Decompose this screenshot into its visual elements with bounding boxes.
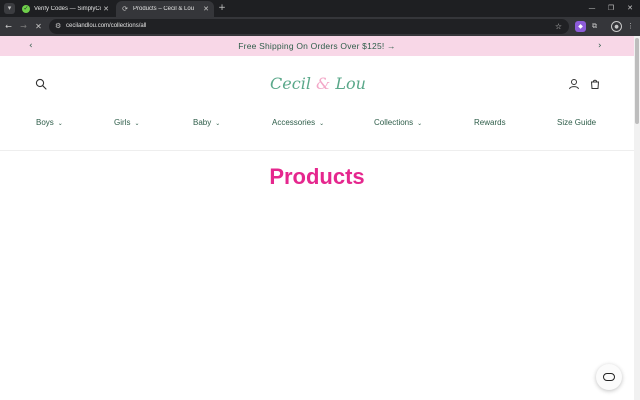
chat-icon — [603, 373, 615, 381]
browser-tabstrip: ▾ ✓ Verify Codes — SimplyCodes ✕ ⟳ Produ… — [0, 0, 640, 17]
nav-item-collections[interactable]: Collections ⌄ — [374, 117, 424, 129]
site-info-icon[interactable]: ⚙ — [55, 21, 61, 32]
chevron-down-icon: ⌄ — [319, 121, 325, 127]
new-tab-icon[interactable]: + — [217, 3, 227, 13]
nav-label: Accessories — [272, 118, 316, 127]
tab-title: Verify Codes — SimplyCodes — [34, 6, 101, 12]
nav-label: Size Guide — [557, 118, 597, 127]
tab-title: Products – Cecil & Lou — [133, 6, 195, 12]
bookmark-star-icon[interactable]: ☆ — [555, 21, 562, 32]
nav-item-baby[interactable]: Baby ⌄ — [193, 117, 222, 129]
arrow-right-icon: → — [387, 41, 396, 51]
nav-label: Girls — [114, 118, 131, 127]
profile-avatar-icon[interactable]: ● — [611, 21, 622, 32]
extensions-puzzle-icon[interactable]: ⧉ — [589, 21, 600, 32]
window-close-icon[interactable]: ✕ — [624, 3, 636, 13]
close-icon[interactable]: ✕ — [201, 5, 211, 13]
announcement-bar: ‹ Free Shipping On Orders Over $125! → › — [0, 36, 634, 56]
header-divider — [0, 150, 634, 151]
browser-tab-products[interactable]: ⟳ Products – Cecil & Lou ✕ — [116, 1, 214, 17]
nav-label: Boys — [36, 118, 54, 127]
nav-item-rewards[interactable]: Rewards — [474, 117, 506, 129]
announcement-text: Free Shipping On Orders Over $125! — [238, 41, 385, 51]
forward-icon[interactable]: → — [18, 21, 29, 32]
url-text: cecilandlou.com/collections/all — [66, 23, 147, 29]
chat-widget-button[interactable] — [596, 364, 622, 390]
address-bar[interactable]: ⚙ cecilandlou.com/collections/all ☆ — [49, 19, 569, 34]
chevron-down-icon: ⌄ — [57, 121, 63, 127]
nav-label: Baby — [193, 118, 212, 127]
chevron-down-icon: ⌄ — [215, 121, 221, 127]
close-icon[interactable]: ✕ — [101, 5, 111, 13]
scrollbar-thumb[interactable] — [635, 38, 639, 124]
nav-item-girls[interactable]: Girls ⌄ — [114, 117, 141, 129]
check-badge-icon: ✓ — [22, 5, 30, 13]
restore-icon[interactable]: ❐ — [605, 3, 617, 13]
nav-item-size-guide[interactable]: Size Guide — [557, 117, 596, 129]
logo-second: Lou — [335, 74, 366, 93]
account-icon[interactable] — [568, 78, 580, 90]
store-logo[interactable]: Cecil & Lou — [262, 71, 374, 97]
browser-toolbar: ← → ✕ ⚙ cecilandlou.com/collections/all … — [0, 17, 640, 36]
logo-amp: & — [316, 74, 331, 93]
chevron-down-icon: ⌄ — [134, 121, 140, 127]
browser-tab-simplycodes[interactable]: ✓ Verify Codes — SimplyCodes ✕ — [17, 1, 114, 17]
chevron-down-icon: ⌄ — [417, 121, 423, 127]
loading-icon: ⟳ — [122, 5, 128, 13]
minimize-icon[interactable]: — — [586, 3, 598, 13]
nav-label: Collections — [374, 118, 414, 127]
logo-first: Cecil — [270, 74, 311, 93]
nav-label: Rewards — [474, 118, 506, 127]
tab-search-icon[interactable]: ▾ — [4, 3, 15, 14]
back-icon[interactable]: ← — [3, 21, 14, 32]
announcement-link[interactable]: Free Shipping On Orders Over $125! → — [0, 36, 634, 56]
announcement-next-icon[interactable]: › — [598, 36, 602, 56]
nav-item-accessories[interactable]: Accessories ⌄ — [272, 117, 326, 129]
extension-badge-icon[interactable]: ◆ — [575, 21, 586, 32]
page-title: Products — [269, 164, 365, 189]
search-icon[interactable] — [35, 78, 47, 90]
browser-menu-icon[interactable]: ⋮ — [625, 21, 636, 32]
nav-item-boys[interactable]: Boys ⌄ — [36, 117, 65, 129]
stop-loading-icon[interactable]: ✕ — [33, 21, 44, 32]
cart-icon[interactable] — [589, 78, 601, 90]
